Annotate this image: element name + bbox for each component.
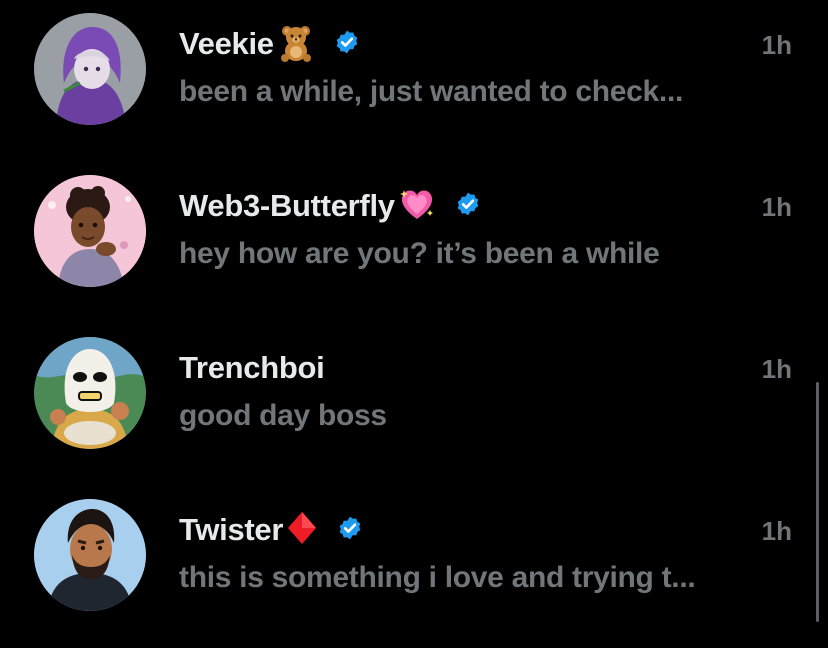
conversation-row-trenchboi[interactable]: Trenchboi 1h good day boss [0, 324, 828, 486]
timestamp: 1h [761, 30, 792, 60]
contact-name: Twister [179, 512, 284, 547]
scrollbar[interactable] [816, 382, 819, 622]
contact-name: Web3-Butterfly [179, 188, 395, 223]
message-preview: been a while, just wanted to check... [179, 75, 684, 108]
verified-badge-icon [334, 29, 360, 60]
message-preview: hey how are you? it’s been a while [179, 237, 660, 270]
name-line: Twister [179, 510, 363, 550]
timestamp: 1h [761, 516, 792, 546]
contact-name: Trenchboi [179, 350, 325, 385]
pink-background-avatar-image [34, 175, 146, 287]
message-preview: good day boss [179, 399, 387, 432]
verified-badge-icon [337, 515, 363, 546]
avatar[interactable] [34, 337, 146, 449]
conversation-row-web3-butterfly[interactable]: Web3-Butterfly 1h hey how are you? it’s … [0, 162, 828, 324]
teddy-bear-icon [276, 22, 316, 67]
conversation-row-twister[interactable]: Twister 1h this is something i love and … [0, 486, 828, 648]
contact-name: Veekie [179, 26, 274, 61]
dm-conversation-list: Veekie 1h been a while, just wanted to c… [0, 0, 828, 628]
message-preview: this is something i love and trying t... [179, 561, 696, 594]
ski-mask-avatar-image [34, 337, 146, 449]
avatar[interactable] [34, 499, 146, 611]
name-line: Veekie [179, 24, 360, 64]
red-diamond-icon [285, 508, 319, 553]
man-with-beard-avatar-image [34, 499, 146, 611]
conversation-row-veekie[interactable]: Veekie 1h been a while, just wanted to c… [0, 0, 828, 162]
timestamp: 1h [761, 192, 792, 222]
avatar[interactable] [34, 175, 146, 287]
name-line: Trenchboi [179, 348, 325, 388]
purple-hoodie-avatar-image [34, 13, 146, 125]
sparkling-heart-icon [397, 184, 437, 229]
avatar[interactable] [34, 13, 146, 125]
verified-badge-icon [455, 191, 481, 222]
timestamp: 1h [761, 354, 792, 384]
name-line: Web3-Butterfly [179, 186, 481, 226]
